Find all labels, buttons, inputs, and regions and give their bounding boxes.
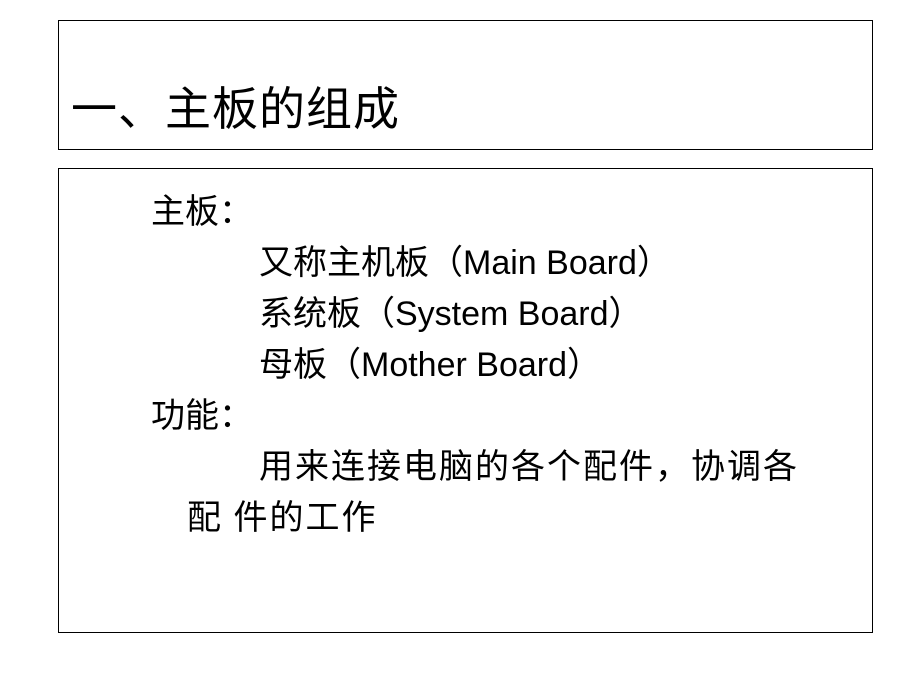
content-label-function: 功能： <box>79 391 852 442</box>
content-alias-1: 又称主机板（Main Board） <box>79 238 852 289</box>
title-box: 一、主板的组成 <box>58 20 873 150</box>
content-label-mainboard: 主板： <box>79 187 852 238</box>
content-body-line2: 配 件的工作 <box>79 493 852 544</box>
content-body-line1: 用来连接电脑的各个配件，协调各 <box>79 442 852 493</box>
content-box: 主板： 又称主机板（Main Board） 系统板（System Board） … <box>58 168 873 633</box>
content-alias-2: 系统板（System Board） <box>79 289 852 340</box>
slide-title: 一、主板的组成 <box>71 73 400 139</box>
content-alias-3: 母板（Mother Board） <box>79 340 852 391</box>
